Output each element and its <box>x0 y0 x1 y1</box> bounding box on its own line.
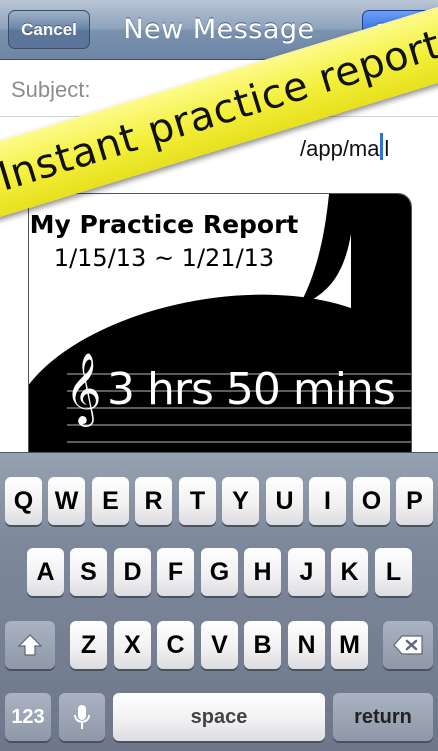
key-h[interactable]: H <box>244 548 281 596</box>
dictation-key[interactable] <box>59 693 105 741</box>
key-t[interactable]: T <box>179 477 216 525</box>
practice-report-image: My Practice Report 1/15/13 ~ 1/21/13 𝄞 3… <box>28 193 412 493</box>
key-u[interactable]: U <box>266 477 303 525</box>
key-m[interactable]: M <box>331 621 368 669</box>
key-l[interactable]: L <box>375 548 412 596</box>
return-key[interactable]: return <box>333 693 433 741</box>
message-body-url-end[interactable]: /app/mail <box>300 136 389 162</box>
numbers-key[interactable]: 123 <box>5 693 51 741</box>
key-z[interactable]: Z <box>70 621 107 669</box>
key-n[interactable]: N <box>288 621 325 669</box>
backspace-icon <box>393 635 423 655</box>
key-g[interactable]: G <box>201 548 238 596</box>
key-o[interactable]: O <box>353 477 390 525</box>
microphone-icon <box>74 705 90 729</box>
key-q[interactable]: Q <box>5 477 42 525</box>
shift-arrow-icon <box>17 634 43 656</box>
key-r[interactable]: R <box>135 477 172 525</box>
treble-clef-icon: 𝄞 <box>65 351 102 424</box>
key-a[interactable]: A <box>27 548 64 596</box>
subject-label: Subject: <box>11 77 91 102</box>
key-e[interactable]: E <box>92 477 129 525</box>
key-i[interactable]: I <box>309 477 346 525</box>
key-j[interactable]: J <box>288 548 325 596</box>
key-p[interactable]: P <box>396 477 433 525</box>
space-key[interactable]: space <box>113 693 325 741</box>
text-cursor <box>380 133 383 160</box>
key-w[interactable]: W <box>48 477 85 525</box>
report-title: My Practice Report <box>29 210 299 239</box>
key-y[interactable]: Y <box>222 477 259 525</box>
key-c[interactable]: C <box>157 621 194 669</box>
key-s[interactable]: S <box>70 548 107 596</box>
report-date-range: 1/15/13 ~ 1/21/13 <box>53 244 275 272</box>
onscreen-keyboard: Q W E R T Y U I O P A S D F G H J K L Z … <box>0 452 438 751</box>
key-k[interactable]: K <box>331 548 368 596</box>
key-v[interactable]: V <box>201 621 238 669</box>
shift-key[interactable] <box>5 621 55 669</box>
key-b[interactable]: B <box>244 621 281 669</box>
report-total-time: 3 hrs 50 mins <box>107 364 396 415</box>
key-d[interactable]: D <box>114 548 151 596</box>
delete-key[interactable] <box>383 621 433 669</box>
key-f[interactable]: F <box>157 548 194 596</box>
key-x[interactable]: X <box>114 621 151 669</box>
